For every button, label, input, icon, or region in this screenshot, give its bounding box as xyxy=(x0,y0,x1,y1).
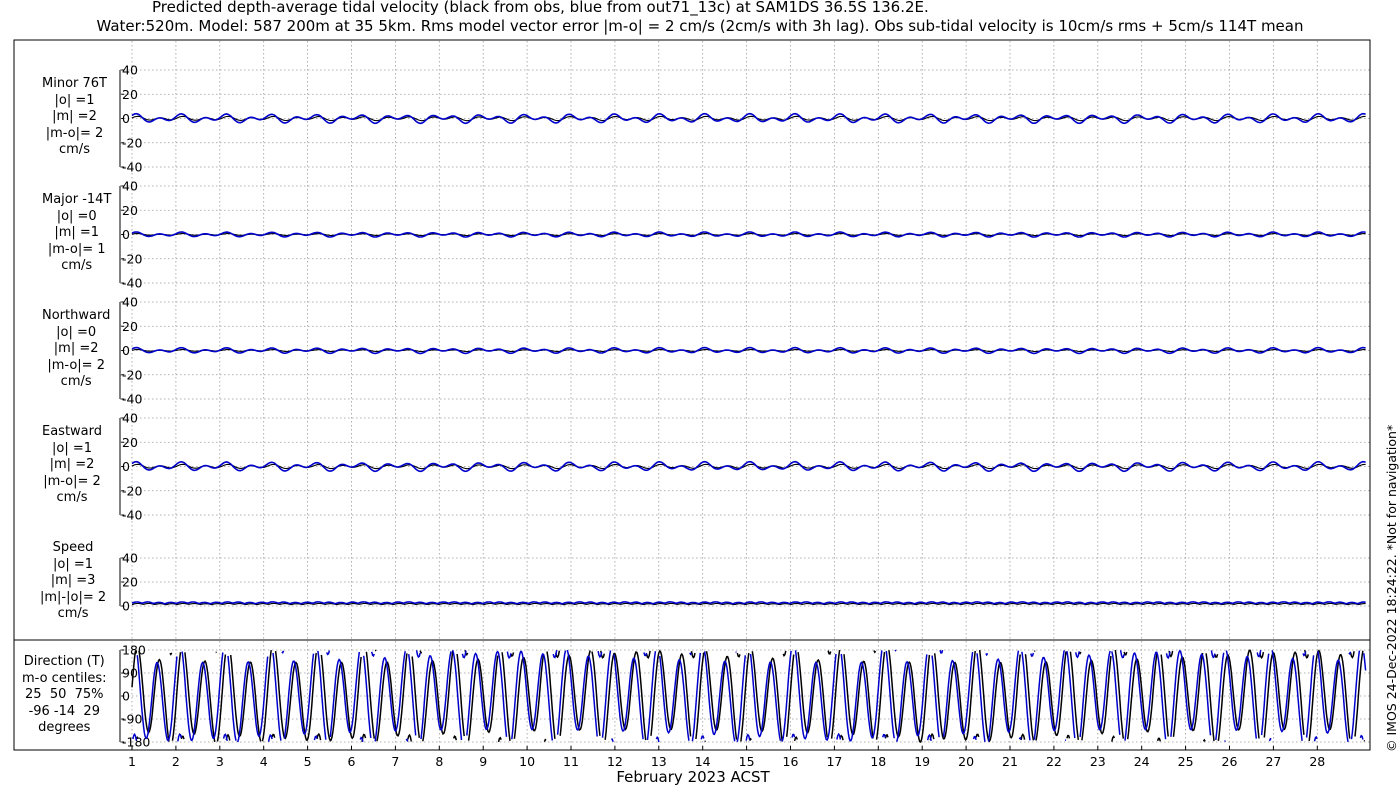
major-y-tick-label: 20 xyxy=(122,203,138,218)
upper-frame xyxy=(13,39,1371,641)
direction-label-line: Direction (T) xyxy=(23,654,105,669)
eastward-y-tick-label: 40 xyxy=(122,411,138,426)
speed-label-line: cm/s xyxy=(57,606,89,621)
x-tick-label: 23 xyxy=(1090,754,1106,769)
x-tick-label: 21 xyxy=(1002,754,1018,769)
x-tick-label: 12 xyxy=(607,754,623,769)
major-y-tick-label: -40 xyxy=(122,276,142,291)
x-tick-label: 10 xyxy=(519,754,535,769)
x-tick-label: 15 xyxy=(739,754,755,769)
x-tick-label: 25 xyxy=(1178,754,1194,769)
northward-y-tick-label: -20 xyxy=(122,367,142,382)
eastward-y-tick-label: 0 xyxy=(122,459,130,474)
copyright-notice: © IMOS 24-Dec-2022 18:24:22. *Not for na… xyxy=(1384,424,1399,752)
x-tick-label: 22 xyxy=(1046,754,1062,769)
northward-y-tick-label: 0 xyxy=(122,343,130,358)
x-tick-label: 27 xyxy=(1265,754,1281,769)
speed-label-line: |m|-|o|= 2 xyxy=(40,589,107,605)
speed-y-tick-label: 20 xyxy=(122,575,138,590)
northward-label-line: |m-o|= 2 xyxy=(47,357,105,373)
major-label-line: Major -14T xyxy=(42,192,112,207)
northward-panel-label: Northward |o| =0 |m| =2 |m-o|= 2 cm/s xyxy=(42,308,110,391)
direction-y-tick-label: 90 xyxy=(122,666,138,681)
northward-label-line: |m| =2 xyxy=(53,341,99,356)
x-tick-label: 8 xyxy=(435,754,443,769)
major-y-tick-label: 0 xyxy=(122,227,130,242)
minor-label-line: cm/s xyxy=(59,142,90,157)
direction-y-tick-label: 180 xyxy=(122,643,146,658)
x-tick-label: 13 xyxy=(651,754,667,769)
x-tick-label: 9 xyxy=(479,754,487,769)
tidal-velocity-chart: 40200-20-4040200-20-4040200-20-4040200-2… xyxy=(13,39,1371,769)
eastward-label-line: Eastward xyxy=(42,424,103,439)
eastward-label-line: |o| =1 xyxy=(52,440,93,456)
northward-y-tick-label: 40 xyxy=(122,295,138,310)
minor-panel-label: Minor 76T |o| =1 |m| =2 |m-o|= 2 cm/s xyxy=(42,76,107,159)
major-label-line: cm/s xyxy=(61,258,93,273)
minor-y-tick-label: -40 xyxy=(122,160,142,175)
major-panel-label: Major -14T |o| =0 |m| =1 |m-o|= 1 cm/s xyxy=(42,192,111,275)
speed-obs-line xyxy=(131,602,1366,606)
minor-label-line: |m| =2 xyxy=(52,109,97,124)
eastward-y-tick-label: -40 xyxy=(122,508,142,523)
northward-label-line: cm/s xyxy=(60,374,92,389)
major-y-tick-label: 40 xyxy=(122,179,138,194)
direction-label-line: -96 -14 29 xyxy=(28,703,100,719)
eastward-y-tick-label: -20 xyxy=(122,483,142,498)
direction-label-line: degrees xyxy=(38,720,91,735)
speed-label-line: |m| =3 xyxy=(50,573,96,588)
speed-label-line: |o| =1 xyxy=(53,556,94,572)
speed-panel-label: Speed |o| =1 |m| =3 |m|-|o|= 2 cm/s xyxy=(40,540,106,623)
eastward-label-line: |m| =2 xyxy=(49,457,95,472)
minor-y-tick-label: 20 xyxy=(122,87,138,102)
x-tick-label: 11 xyxy=(563,754,579,769)
speed-y-tick-label: 40 xyxy=(122,551,138,566)
minor-label-line: |o| =1 xyxy=(54,92,95,108)
direction-y-tick-label: -90 xyxy=(122,712,142,727)
major-label-line: |m| =1 xyxy=(54,225,100,240)
eastward-label-line: |m-o|= 2 xyxy=(43,473,101,489)
eastward-label-line: cm/s xyxy=(56,490,88,505)
minor-y-tick-label: 40 xyxy=(122,63,138,78)
x-tick-label: 2 xyxy=(172,754,180,769)
x-tick-label: 1 xyxy=(128,754,136,769)
x-tick-label: 20 xyxy=(958,754,974,769)
x-axis-title: February 2023 ACST xyxy=(616,768,770,786)
x-tick-label: 19 xyxy=(914,754,930,769)
x-tick-label: 14 xyxy=(695,754,711,769)
x-tick-label: 16 xyxy=(783,754,799,769)
minor-y-tick-label: -20 xyxy=(122,135,142,150)
eastward-panel-label: Eastward |o| =1 |m| =2 |m-o|= 2 cm/s xyxy=(42,424,102,507)
minor-label-line: |m-o|= 2 xyxy=(45,125,104,141)
x-tick-label: 28 xyxy=(1309,754,1325,769)
eastward-y-tick-label: 20 xyxy=(122,435,138,450)
northward-y-tick-label: 20 xyxy=(122,319,138,334)
northward-label-line: Northward xyxy=(42,308,111,323)
x-tick-label: 24 xyxy=(1134,754,1150,769)
x-tick-label: 4 xyxy=(260,754,268,769)
northward-label-line: |o| =0 xyxy=(56,324,97,340)
major-label-line: |o| =0 xyxy=(56,208,97,224)
major-label-line: |m-o|= 1 xyxy=(47,241,106,257)
major-y-tick-label: -20 xyxy=(122,251,142,266)
x-tick-label: 7 xyxy=(391,754,399,769)
direction-label-line: 25 50 75% xyxy=(25,687,104,702)
direction-panel-label: Direction (T) m-o centiles: 25 50 75% -96 -… xyxy=(22,654,107,737)
northward-y-tick-label: -40 xyxy=(122,392,142,407)
minor-y-tick-label: 0 xyxy=(122,111,130,126)
speed-y-tick-label: 0 xyxy=(122,599,130,614)
x-tick-label: 5 xyxy=(304,754,312,769)
speed-label-line: Speed xyxy=(52,540,94,555)
x-tick-label: 17 xyxy=(826,754,842,769)
x-tick-label: 26 xyxy=(1222,754,1238,769)
x-tick-label: 3 xyxy=(216,754,224,769)
x-tick-label: 18 xyxy=(870,754,886,769)
x-tick-label: 6 xyxy=(348,754,356,769)
direction-label-line: m-o centiles: xyxy=(22,670,107,686)
direction-y-tick-label: 0 xyxy=(122,689,130,704)
minor-label-line: Minor 76T xyxy=(42,76,107,91)
